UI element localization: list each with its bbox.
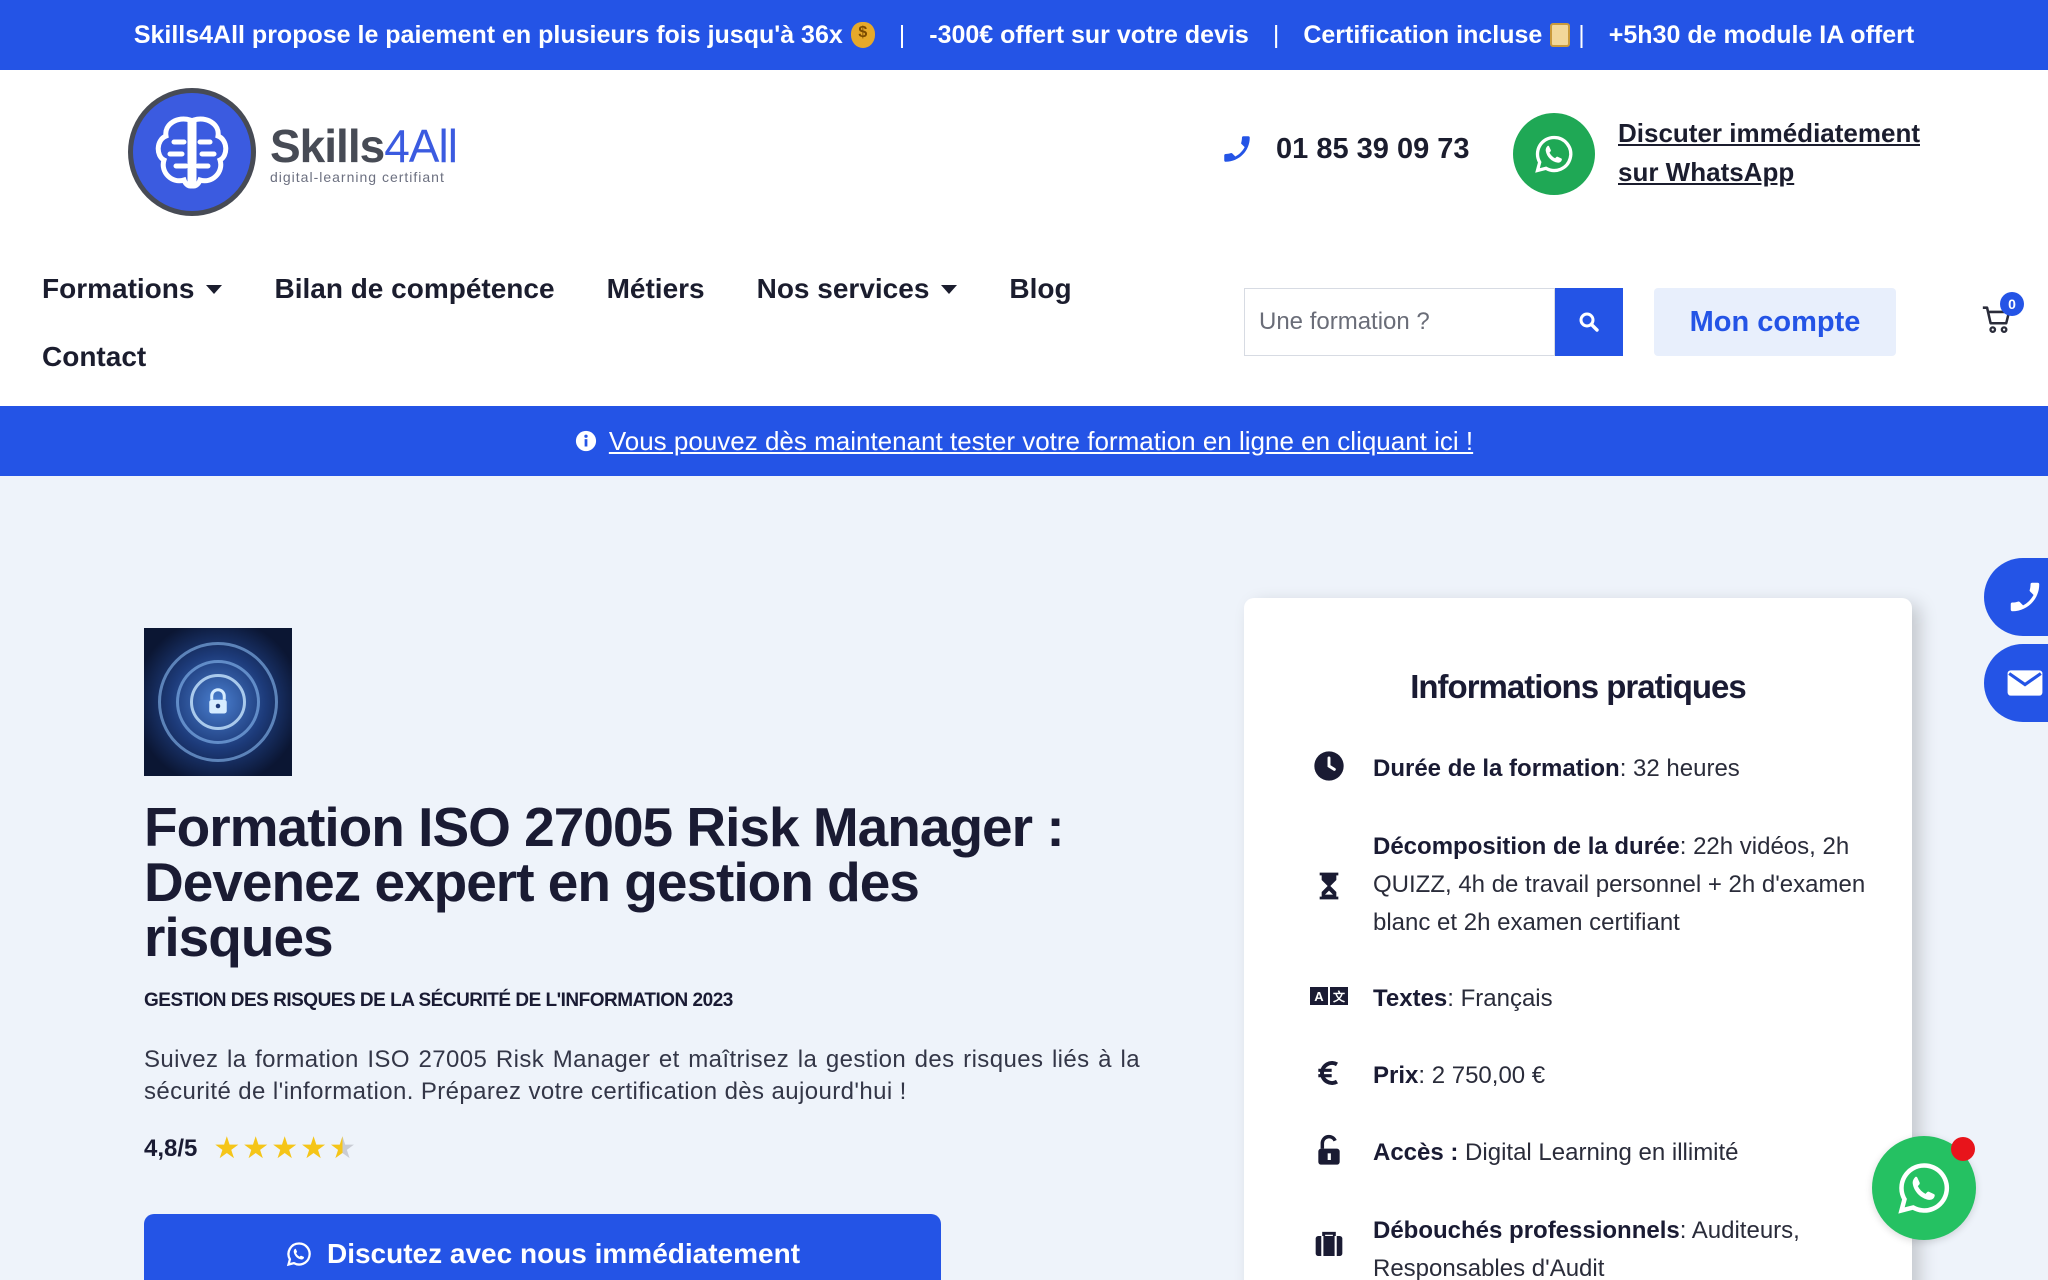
main-nav: Formations Bilan de compétence Métiers N… xyxy=(42,264,1192,382)
rating-stars: ★ ★ ★ ★ ★ xyxy=(213,1134,358,1164)
nav-formations-label: Formations xyxy=(42,273,195,304)
brand-name: Skills4All xyxy=(270,119,458,173)
nav-blog[interactable]: Blog xyxy=(1009,273,1071,305)
card-title: Informations pratiques xyxy=(1410,668,1747,705)
info-row-language: A文 Textes: Français xyxy=(1309,980,1869,1018)
promo-separator: | xyxy=(1272,20,1280,49)
nav-formations[interactable]: Formations xyxy=(42,273,223,305)
info-label: Durée de la formation xyxy=(1373,755,1620,782)
search-input[interactable] xyxy=(1244,288,1555,356)
nav-services[interactable]: Nos services xyxy=(757,273,958,305)
nav-bilan[interactable]: Bilan de compétence xyxy=(274,273,554,305)
info-value: Digital Learning en illimité xyxy=(1458,1139,1739,1166)
phone-icon xyxy=(1224,136,1250,162)
info-label: Accès : xyxy=(1373,1139,1459,1166)
floating-phone-button[interactable] xyxy=(1984,558,2048,636)
account-button[interactable]: Mon compte xyxy=(1654,288,1896,356)
clock-icon xyxy=(1314,751,1344,781)
info-value: : 32 heures xyxy=(1619,755,1740,782)
euro-icon xyxy=(1318,1061,1338,1085)
phone-contact[interactable]: 01 85 39 09 73 xyxy=(1220,132,1470,166)
promo-ai-module: +5h30 de module IA offert xyxy=(1608,20,1915,49)
info-icon xyxy=(575,430,596,452)
info-label: Textes xyxy=(1373,985,1448,1012)
site-logo[interactable]: Skills4All digital-learning certifiant xyxy=(128,88,458,216)
whatsapp-link-line1: Discuter immédiatement xyxy=(1618,118,1920,148)
site-header: Skills4All digital-learning certifiant 0… xyxy=(0,70,2048,406)
rating-value: 4,8/5 xyxy=(144,1135,198,1162)
nav-services-label: Nos services xyxy=(756,273,930,304)
course-rating: 4,8/5 ★ ★ ★ ★ ★ xyxy=(144,1134,358,1164)
star-icon: ★ xyxy=(300,1132,328,1165)
svg-text:文: 文 xyxy=(1333,989,1346,1004)
cart-button[interactable]: 0 xyxy=(1980,292,2024,341)
money-bag-icon xyxy=(850,22,875,48)
whatsapp-chat-link[interactable]: Discuter immédiatement sur WhatsApp xyxy=(1618,114,1948,192)
info-label: Prix xyxy=(1373,1062,1419,1089)
whatsapp-icon xyxy=(286,1242,311,1267)
whatsapp-icon xyxy=(1898,1163,1950,1214)
phone-icon xyxy=(2010,582,2040,612)
notification-dot xyxy=(1951,1137,1975,1161)
page-subtitle: GESTION DES RISQUES DE LA SÉCURITÉ DE L'… xyxy=(144,990,733,1011)
star-icon: ★ xyxy=(242,1132,270,1165)
info-row-breakdown: Décomposition de la durée: 22h vidéos, 2… xyxy=(1309,828,1869,942)
language-icon: A文 xyxy=(1310,987,1348,1005)
page-title: Formation ISO 27005 Risk Manager : Deven… xyxy=(144,796,1065,968)
caret-down-icon xyxy=(941,284,958,294)
whatsapp-icon[interactable] xyxy=(1513,113,1595,195)
brand-name-part2: 4All xyxy=(384,120,458,172)
info-row-careers: Débouchés professionnels: Auditeurs, Res… xyxy=(1309,1212,1869,1280)
svg-text:A: A xyxy=(1314,989,1324,1004)
promo-bar: Skills4All propose le paiement en plusie… xyxy=(0,0,2048,70)
chat-cta-label: Discutez avec nous immédiatement xyxy=(326,1238,801,1269)
practical-info-card: Informations pratiques Durée de la forma… xyxy=(1244,598,1912,1280)
info-row-access: Accès : Digital Learning en illimité xyxy=(1309,1134,1869,1172)
lock-icon xyxy=(209,688,227,714)
info-label: Débouchés professionnels xyxy=(1373,1217,1680,1244)
half-star-icon: ★ xyxy=(329,1132,356,1165)
search-icon xyxy=(1579,312,1599,332)
promo-certification: Certification incluse xyxy=(1303,20,1543,49)
trial-banner: Vous pouvez dès maintenant tester votre … xyxy=(0,406,2048,476)
promo-discount: -300€ offert sur votre devis xyxy=(929,20,1249,49)
info-row-price: Prix: 2 750,00 € xyxy=(1309,1057,1869,1095)
hourglass-icon xyxy=(1319,872,1339,900)
info-value: : Français xyxy=(1447,985,1553,1012)
brand-tagline: digital-learning certifiant xyxy=(270,169,445,185)
trial-link[interactable]: Vous pouvez dès maintenant tester votre … xyxy=(609,426,1473,457)
briefcase-icon xyxy=(1315,1231,1343,1256)
whatsapp-link-line2: sur WhatsApp xyxy=(1618,157,1795,187)
search-form xyxy=(1244,288,1623,356)
scroll-icon xyxy=(1550,23,1571,47)
star-icon: ★ xyxy=(271,1132,299,1165)
brand-name-part1: Skills xyxy=(270,120,385,172)
info-value: : 2 750,00 € xyxy=(1418,1062,1546,1089)
caret-down-icon xyxy=(206,284,223,294)
unlock-icon xyxy=(1318,1134,1340,1165)
search-button[interactable] xyxy=(1555,288,1623,356)
course-intro: Suivez la formation ISO 27005 Risk Manag… xyxy=(144,1046,1140,1105)
course-thumbnail xyxy=(144,628,292,776)
phone-number: 01 85 39 09 73 xyxy=(1276,132,1470,165)
info-label: Décomposition de la durée xyxy=(1373,833,1680,860)
promo-separator: | xyxy=(898,20,906,49)
chat-cta-button[interactable]: Discutez avec nous immédiatement xyxy=(144,1214,941,1280)
star-icon: ★ xyxy=(213,1132,241,1165)
promo-payment: Skills4All propose le paiement en plusie… xyxy=(133,20,843,49)
nav-metiers[interactable]: Métiers xyxy=(607,273,705,305)
promo-separator: | xyxy=(1578,20,1585,49)
info-row-duration: Durée de la formation: 32 heures xyxy=(1309,750,1869,788)
cart-count-badge: 0 xyxy=(2000,292,2024,316)
envelope-icon xyxy=(2007,670,2043,696)
floating-email-button[interactable] xyxy=(1984,644,2048,722)
nav-contact[interactable]: Contact xyxy=(42,341,146,373)
brain-logo-icon xyxy=(128,88,256,216)
